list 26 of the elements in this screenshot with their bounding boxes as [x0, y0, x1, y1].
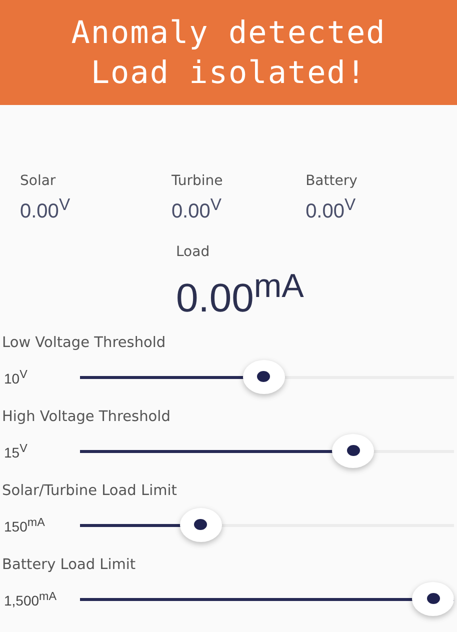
load-value: 0.00$^{mA}$	[176, 266, 305, 322]
reading-label: Solar	[20, 172, 57, 191]
slider-value: 10$^{V}$	[3, 368, 28, 386]
slider-value: 15$^{V}$	[3, 442, 28, 460]
slider-thumb[interactable]	[180, 508, 222, 542]
reading-label: Turbine	[171, 172, 224, 191]
slider-thumb[interactable]	[412, 582, 454, 616]
slider[interactable]	[80, 580, 454, 617]
slider[interactable]	[80, 432, 454, 469]
slider-label: Low Voltage Threshold	[1, 334, 167, 353]
slider-label: Solar/Turbine Load Limit	[1, 482, 178, 501]
slider-thumb[interactable]	[332, 434, 374, 468]
slider-value: 150$^{mA}$	[3, 516, 46, 534]
slider-value: 1,500$^{mA}$	[3, 590, 58, 608]
slider[interactable]	[80, 506, 454, 543]
alert-text: Load isolated!	[90, 54, 366, 92]
load-label: Load	[176, 242, 211, 262]
slider-label: High Voltage Threshold	[1, 408, 172, 427]
reading-label: Battery	[306, 172, 358, 191]
alert-text: Anomaly detected	[71, 14, 386, 52]
reading-value: 0.00$^{V}$	[20, 194, 72, 225]
reading-value: 0.00$^{V}$	[171, 194, 222, 225]
slider[interactable]	[80, 358, 454, 395]
slider-thumb[interactable]	[242, 360, 285, 394]
reading-value: 0.00$^{V}$	[306, 194, 357, 225]
slider-label: Battery Load Limit	[1, 556, 137, 575]
